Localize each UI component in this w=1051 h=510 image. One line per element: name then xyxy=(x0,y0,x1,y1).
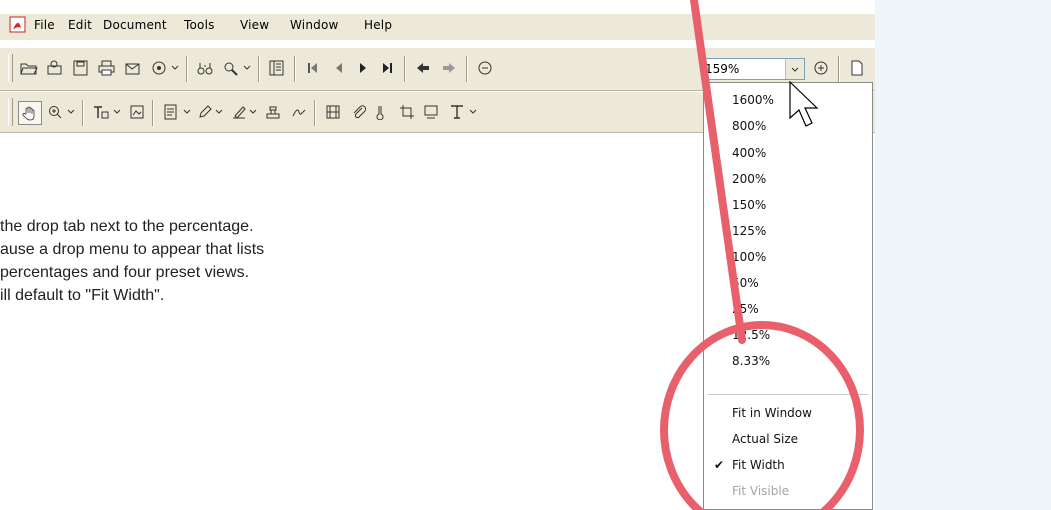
toolbar-separator xyxy=(838,56,839,82)
chevron-down-icon[interactable] xyxy=(112,101,122,123)
first-page-icon[interactable] xyxy=(302,57,324,79)
view-actual-size[interactable]: Actual Size xyxy=(732,432,798,446)
stamp-icon[interactable] xyxy=(148,57,170,79)
zoom-option-125[interactable]: 125% xyxy=(732,224,766,238)
menu-divider xyxy=(708,394,868,395)
instruction-line: the drop tab next to the percentage. xyxy=(0,218,254,235)
toolbar-grip[interactable] xyxy=(8,98,13,126)
menu-window[interactable]: Window xyxy=(290,18,339,32)
chevron-down-icon[interactable] xyxy=(248,101,258,123)
zoom-option-8-33[interactable]: 8.33% xyxy=(732,354,770,368)
previous-page-icon[interactable] xyxy=(328,57,350,79)
stamp-tool-icon[interactable] xyxy=(262,101,284,123)
select-text-icon[interactable] xyxy=(90,101,112,123)
binoculars-icon[interactable] xyxy=(194,57,216,79)
toolbar-separator xyxy=(466,56,467,82)
crop-tool-icon[interactable] xyxy=(396,101,418,123)
toolbar-separator xyxy=(186,56,187,82)
view-fit-in-window[interactable]: Fit in Window xyxy=(732,406,812,420)
menu-file[interactable]: File xyxy=(34,18,55,32)
movie-tool-icon[interactable] xyxy=(322,101,344,123)
toolbar-separator xyxy=(258,56,259,82)
attach-tool-icon[interactable] xyxy=(348,101,370,123)
zoom-dropdown-menu: 1600% 800% 400% 200% 150% 125% 100% 50% … xyxy=(703,82,873,510)
chevron-down-icon xyxy=(791,67,799,72)
hand-tool-icon[interactable] xyxy=(18,101,42,125)
chevron-down-icon[interactable] xyxy=(214,101,224,123)
menu-tools[interactable]: Tools xyxy=(184,18,215,32)
pencil-tool-icon[interactable] xyxy=(194,101,216,123)
highlighter-tool-icon[interactable] xyxy=(228,101,250,123)
go-back-icon[interactable] xyxy=(412,57,434,79)
toolbar-grip[interactable] xyxy=(8,54,13,82)
zoom-option-50[interactable]: 50% xyxy=(732,276,759,290)
chevron-down-icon[interactable] xyxy=(170,57,180,79)
acrobat-app-icon[interactable] xyxy=(9,16,29,34)
zoom-tool-icon[interactable] xyxy=(44,101,66,123)
view-fit-width[interactable]: Fit Width xyxy=(732,458,785,472)
zoom-drop-button[interactable] xyxy=(785,59,804,79)
chevron-down-icon[interactable] xyxy=(66,101,76,123)
zoom-option-25[interactable]: 25% xyxy=(732,302,759,316)
note-tool-icon[interactable] xyxy=(160,101,182,123)
zoom-value: 159% xyxy=(705,62,740,76)
show-hide-navigation-icon[interactable] xyxy=(266,57,288,79)
open-icon[interactable] xyxy=(18,57,40,79)
zoom-percentage-field[interactable]: 159% xyxy=(701,58,805,80)
signature-tool-icon[interactable] xyxy=(288,101,310,123)
save-icon[interactable] xyxy=(70,57,92,79)
form-tool-icon[interactable] xyxy=(420,101,442,123)
menu-document[interactable]: Document xyxy=(103,18,167,32)
print-icon[interactable] xyxy=(96,57,118,79)
toolbar-separator xyxy=(294,56,295,82)
actual-size-icon[interactable] xyxy=(846,57,868,79)
text-field-tool-icon[interactable] xyxy=(446,101,468,123)
next-page-icon[interactable] xyxy=(352,57,374,79)
toolbar-separator xyxy=(152,100,153,126)
zoom-out-icon[interactable] xyxy=(474,57,496,79)
toolbar-separator xyxy=(82,100,83,126)
toolbar-separator xyxy=(404,56,405,82)
sound-tool-icon[interactable] xyxy=(372,101,394,123)
email-icon[interactable] xyxy=(122,57,144,79)
zoom-in-icon[interactable] xyxy=(810,57,832,79)
instruction-line: percentages and four preset views. xyxy=(0,264,250,281)
toolbar-separator xyxy=(314,100,315,126)
zoom-option-150[interactable]: 150% xyxy=(732,198,766,212)
chevron-down-icon[interactable] xyxy=(242,57,252,79)
snapshot-icon[interactable] xyxy=(126,101,148,123)
last-page-icon[interactable] xyxy=(376,57,398,79)
chevron-down-icon[interactable] xyxy=(182,101,192,123)
zoom-option-100[interactable]: 100% xyxy=(732,250,766,264)
zoom-option-12-5[interactable]: 12.5% xyxy=(732,328,770,342)
instruction-text: the drop tab next to the percentage. aus… xyxy=(0,215,520,307)
go-forward-icon[interactable] xyxy=(438,57,460,79)
checkmark-icon: ✔ xyxy=(714,458,725,472)
instruction-line: ill default to "Fit Width". xyxy=(0,287,165,304)
menu-bar: File Edit Document Tools View Window Hel… xyxy=(0,14,875,40)
menu-view[interactable]: View xyxy=(240,18,269,32)
organizer-icon[interactable] xyxy=(44,57,66,79)
zoom-option-400[interactable]: 400% xyxy=(732,146,766,160)
view-fit-visible: Fit Visible xyxy=(732,484,790,498)
search-icon[interactable] xyxy=(220,57,242,79)
chevron-down-icon[interactable] xyxy=(468,101,478,123)
menu-help[interactable]: Help xyxy=(364,18,392,32)
instruction-line: ause a drop menu to appear that lists xyxy=(0,241,265,258)
zoom-option-200[interactable]: 200% xyxy=(732,172,766,186)
zoom-option-1600[interactable]: 1600% xyxy=(732,93,774,107)
menu-edit[interactable]: Edit xyxy=(68,18,92,32)
zoom-option-800[interactable]: 800% xyxy=(732,119,766,133)
